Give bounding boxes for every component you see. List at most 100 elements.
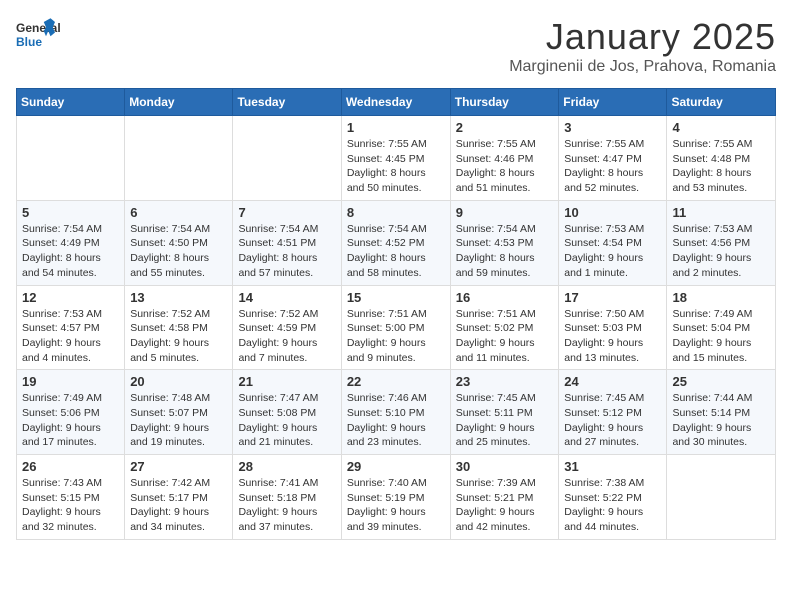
calendar-cell: 26 Sunrise: 7:43 AMSunset: 5:15 PMDayligh… <box>17 455 125 540</box>
calendar-cell: 22 Sunrise: 7:46 AMSunset: 5:10 PMDayligh… <box>341 370 450 455</box>
day-info: Sunrise: 7:53 AMSunset: 4:57 PMDaylight:… <box>22 307 119 366</box>
day-number: 24 <box>564 374 661 389</box>
calendar-dow-friday: Friday <box>559 89 667 116</box>
calendar-cell: 28 Sunrise: 7:41 AMSunset: 5:18 PMDayligh… <box>233 455 341 540</box>
calendar-week-5: 26 Sunrise: 7:43 AMSunset: 5:15 PMDayligh… <box>17 455 776 540</box>
day-info: Sunrise: 7:53 AMSunset: 4:56 PMDaylight:… <box>672 222 770 281</box>
day-number: 12 <box>22 290 119 305</box>
day-info: Sunrise: 7:39 AMSunset: 5:21 PMDaylight:… <box>456 476 554 535</box>
svg-text:Blue: Blue <box>16 35 42 49</box>
day-info: Sunrise: 7:40 AMSunset: 5:19 PMDaylight:… <box>347 476 445 535</box>
calendar-cell: 25 Sunrise: 7:44 AMSunset: 5:14 PMDayligh… <box>667 370 776 455</box>
calendar-cell: 23Sunrise: 7:45 AMSunset: 5:11 PMDayligh… <box>450 370 559 455</box>
calendar-cell <box>125 116 233 201</box>
day-number: 10 <box>564 205 661 220</box>
calendar-cell: 4 Sunrise: 7:55 AMSunset: 4:48 PMDaylight… <box>667 116 776 201</box>
day-number: 13 <box>130 290 227 305</box>
calendar-cell: 9 Sunrise: 7:54 AMSunset: 4:53 PMDaylight… <box>450 200 559 285</box>
day-info: Sunrise: 7:44 AMSunset: 5:14 PMDaylight:… <box>672 391 770 450</box>
calendar-dow-sunday: Sunday <box>17 89 125 116</box>
day-info: Sunrise: 7:55 AMSunset: 4:45 PMDaylight:… <box>347 137 445 196</box>
calendar-cell: 21Sunrise: 7:47 AMSunset: 5:08 PMDayligh… <box>233 370 341 455</box>
calendar-cell: 29Sunrise: 7:40 AMSunset: 5:19 PMDayligh… <box>341 455 450 540</box>
calendar-cell: 1 Sunrise: 7:55 AMSunset: 4:45 PMDaylight… <box>341 116 450 201</box>
page-header: General Blue January 2025 Marginenii de … <box>16 16 776 76</box>
day-number: 4 <box>672 120 770 135</box>
day-info: Sunrise: 7:49 AMSunset: 5:04 PMDaylight:… <box>672 307 770 366</box>
day-info: Sunrise: 7:47 AMSunset: 5:08 PMDaylight:… <box>238 391 335 450</box>
calendar-header: SundayMondayTuesdayWednesdayThursdayFrid… <box>17 89 776 116</box>
calendar-cell <box>667 455 776 540</box>
calendar-cell: 19 Sunrise: 7:49 AMSunset: 5:06 PMDayligh… <box>17 370 125 455</box>
day-info: Sunrise: 7:46 AMSunset: 5:10 PMDaylight:… <box>347 391 445 450</box>
day-info: Sunrise: 7:49 AMSunset: 5:06 PMDaylight:… <box>22 391 119 450</box>
calendar-dow-saturday: Saturday <box>667 89 776 116</box>
day-info: Sunrise: 7:51 AMSunset: 5:00 PMDaylight:… <box>347 307 445 366</box>
calendar-week-1: 1 Sunrise: 7:55 AMSunset: 4:45 PMDaylight… <box>17 116 776 201</box>
calendar-cell: 5Sunrise: 7:54 AMSunset: 4:49 PMDaylight… <box>17 200 125 285</box>
day-number: 14 <box>238 290 335 305</box>
day-number: 6 <box>130 205 227 220</box>
calendar-cell: 27 Sunrise: 7:42 AMSunset: 5:17 PMDayligh… <box>125 455 233 540</box>
month-title: January 2025 <box>509 16 776 58</box>
day-number: 2 <box>456 120 554 135</box>
calendar-cell: 18 Sunrise: 7:49 AMSunset: 5:04 PMDayligh… <box>667 285 776 370</box>
day-info: Sunrise: 7:54 AMSunset: 4:53 PMDaylight:… <box>456 222 554 281</box>
calendar-cell: 3Sunrise: 7:55 AMSunset: 4:47 PMDaylight… <box>559 116 667 201</box>
day-number: 16 <box>456 290 554 305</box>
day-info: Sunrise: 7:53 AMSunset: 4:54 PMDaylight:… <box>564 222 661 281</box>
calendar-cell: 15 Sunrise: 7:51 AMSunset: 5:00 PMDayligh… <box>341 285 450 370</box>
calendar-cell <box>17 116 125 201</box>
calendar-cell: 20Sunrise: 7:48 AMSunset: 5:07 PMDayligh… <box>125 370 233 455</box>
day-info: Sunrise: 7:42 AMSunset: 5:17 PMDaylight:… <box>130 476 227 535</box>
calendar-dow-monday: Monday <box>125 89 233 116</box>
day-info: Sunrise: 7:43 AMSunset: 5:15 PMDaylight:… <box>22 476 119 535</box>
day-number: 9 <box>456 205 554 220</box>
day-number: 31 <box>564 459 661 474</box>
calendar-cell: 8Sunrise: 7:54 AMSunset: 4:52 PMDaylight… <box>341 200 450 285</box>
day-number: 22 <box>347 374 445 389</box>
day-info: Sunrise: 7:52 AMSunset: 4:59 PMDaylight:… <box>238 307 335 366</box>
day-number: 23 <box>456 374 554 389</box>
day-info: Sunrise: 7:41 AMSunset: 5:18 PMDaylight:… <box>238 476 335 535</box>
calendar-cell: 7 Sunrise: 7:54 AMSunset: 4:51 PMDaylight… <box>233 200 341 285</box>
day-info: Sunrise: 7:54 AMSunset: 4:52 PMDaylight:… <box>347 222 445 281</box>
day-number: 1 <box>347 120 445 135</box>
calendar-table: SundayMondayTuesdayWednesdayThursdayFrid… <box>16 88 776 540</box>
day-number: 26 <box>22 459 119 474</box>
day-number: 15 <box>347 290 445 305</box>
calendar-cell: 17Sunrise: 7:50 AMSunset: 5:03 PMDayligh… <box>559 285 667 370</box>
calendar-week-3: 12 Sunrise: 7:53 AMSunset: 4:57 PMDayligh… <box>17 285 776 370</box>
day-info: Sunrise: 7:54 AMSunset: 4:51 PMDaylight:… <box>238 222 335 281</box>
calendar-dow-wednesday: Wednesday <box>341 89 450 116</box>
day-number: 30 <box>456 459 554 474</box>
day-number: 7 <box>238 205 335 220</box>
day-number: 28 <box>238 459 335 474</box>
day-info: Sunrise: 7:54 AMSunset: 4:50 PMDaylight:… <box>130 222 227 281</box>
day-number: 5 <box>22 205 119 220</box>
calendar-cell: 2Sunrise: 7:55 AMSunset: 4:46 PMDaylight… <box>450 116 559 201</box>
calendar-cell: 24 Sunrise: 7:45 AMSunset: 5:12 PMDayligh… <box>559 370 667 455</box>
day-info: Sunrise: 7:50 AMSunset: 5:03 PMDaylight:… <box>564 307 661 366</box>
calendar-week-2: 5Sunrise: 7:54 AMSunset: 4:49 PMDaylight… <box>17 200 776 285</box>
calendar-cell: 10 Sunrise: 7:53 AMSunset: 4:54 PMDayligh… <box>559 200 667 285</box>
day-number: 25 <box>672 374 770 389</box>
calendar-cell: 31Sunrise: 7:38 AMSunset: 5:22 PMDayligh… <box>559 455 667 540</box>
day-number: 18 <box>672 290 770 305</box>
calendar-dow-tuesday: Tuesday <box>233 89 341 116</box>
day-info: Sunrise: 7:51 AMSunset: 5:02 PMDaylight:… <box>456 307 554 366</box>
calendar-cell: 30 Sunrise: 7:39 AMSunset: 5:21 PMDayligh… <box>450 455 559 540</box>
calendar-cell: 13Sunrise: 7:52 AMSunset: 4:58 PMDayligh… <box>125 285 233 370</box>
calendar-week-4: 19 Sunrise: 7:49 AMSunset: 5:06 PMDayligh… <box>17 370 776 455</box>
calendar-cell: 6 Sunrise: 7:54 AMSunset: 4:50 PMDaylight… <box>125 200 233 285</box>
day-info: Sunrise: 7:55 AMSunset: 4:48 PMDaylight:… <box>672 137 770 196</box>
day-number: 27 <box>130 459 227 474</box>
day-info: Sunrise: 7:45 AMSunset: 5:12 PMDaylight:… <box>564 391 661 450</box>
day-number: 11 <box>672 205 770 220</box>
logo: General Blue <box>16 16 66 56</box>
day-number: 19 <box>22 374 119 389</box>
day-number: 3 <box>564 120 661 135</box>
calendar-dow-thursday: Thursday <box>450 89 559 116</box>
day-number: 20 <box>130 374 227 389</box>
title-block: January 2025 Marginenii de Jos, Prahova,… <box>509 16 776 76</box>
